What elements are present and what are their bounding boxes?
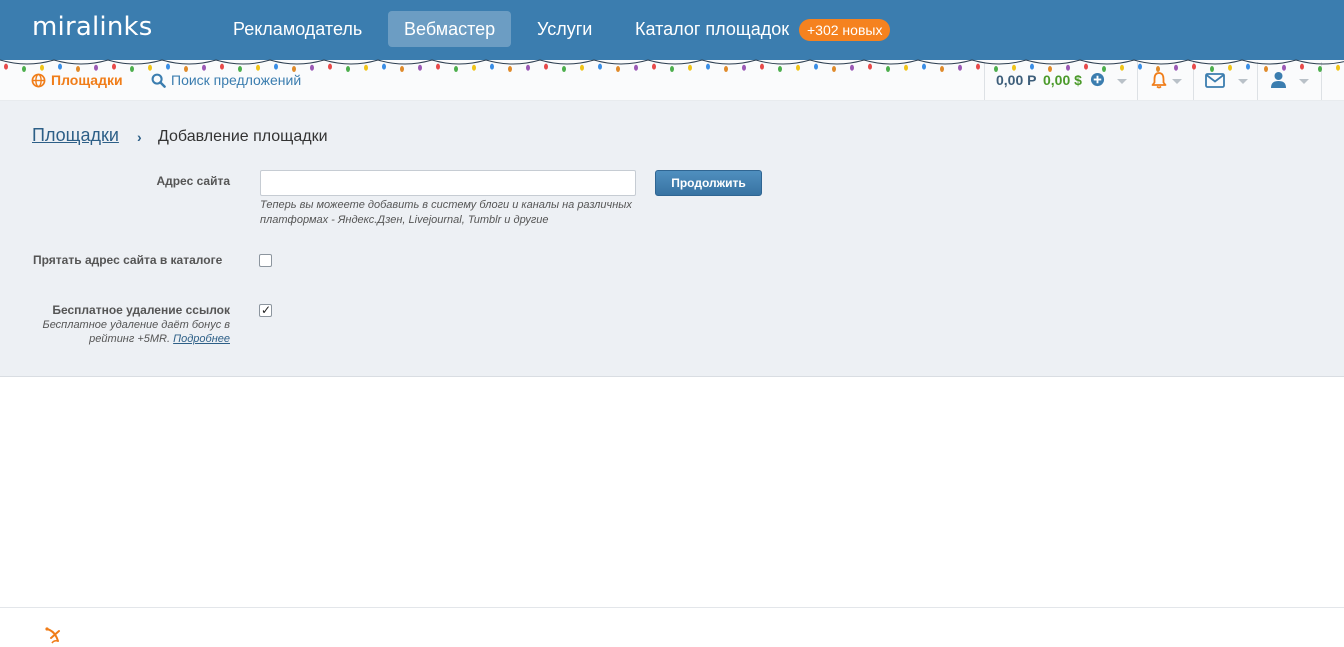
continue-button[interactable]: Продолжить xyxy=(655,170,762,196)
sites-link[interactable]: Площадки xyxy=(31,72,123,88)
checkmark-icon: ✓ xyxy=(261,303,272,317)
sites-link-label: Площадки xyxy=(51,72,123,88)
nav-catalog[interactable]: Каталог площадок xyxy=(619,11,805,47)
divider xyxy=(1137,62,1138,100)
notifications-dropdown-icon[interactable] xyxy=(1172,79,1182,84)
search-offers-label: Поиск предложений xyxy=(171,72,302,88)
globe-icon xyxy=(31,73,46,87)
user-icon[interactable] xyxy=(1270,71,1287,89)
hide-address-label: Прятать адрес сайта в каталоге xyxy=(33,253,223,267)
footer-divider xyxy=(0,607,1344,608)
hide-address-checkbox[interactable] xyxy=(259,254,272,267)
profile-dropdown-icon[interactable] xyxy=(1299,79,1309,84)
free-removal-description: Бесплатное удаление даёт бонус в рейтинг… xyxy=(30,318,230,346)
site-address-input[interactable] xyxy=(260,170,636,196)
top-header: miralinks Рекламодатель Вебмастер Услуги… xyxy=(0,0,1344,60)
balance-usd[interactable]: 0,00 $ xyxy=(1043,72,1082,88)
free-removal-label: Бесплатное удаление ссылок xyxy=(52,303,230,317)
free-removal-more-link[interactable]: Подробнее xyxy=(173,333,230,345)
breadcrumb-sites[interactable]: Площадки xyxy=(32,125,119,146)
main-content: Площадки › Добавление площадки Адрес сай… xyxy=(0,101,1344,377)
satellite-icon xyxy=(45,627,60,644)
site-address-label: Адрес сайта xyxy=(156,174,230,188)
bell-icon[interactable] xyxy=(1150,71,1168,89)
sub-toolbar: Площадки Поиск предложений 0,00 Р 0,00 $ xyxy=(0,60,1344,101)
new-sites-badge[interactable]: +302 новых xyxy=(799,19,891,41)
balance-rub[interactable]: 0,00 Р xyxy=(996,72,1036,88)
breadcrumb-current: Добавление площадки xyxy=(158,128,328,145)
search-offers-link[interactable]: Поиск предложений xyxy=(151,72,301,88)
divider xyxy=(984,62,985,100)
breadcrumb-separator: › xyxy=(137,129,142,145)
messages-dropdown-icon[interactable] xyxy=(1238,79,1248,84)
site-address-hint: Теперь вы можеете добавить в систему бло… xyxy=(260,199,632,226)
divider xyxy=(1321,62,1322,100)
plus-circle-icon[interactable] xyxy=(1090,72,1105,87)
search-icon xyxy=(151,73,166,88)
nav-webmaster[interactable]: Вебмастер xyxy=(388,11,511,47)
balance-dropdown-icon[interactable] xyxy=(1117,79,1127,84)
envelope-icon[interactable] xyxy=(1205,73,1225,88)
divider xyxy=(1193,62,1194,100)
free-removal-checkbox[interactable]: ✓ xyxy=(259,303,272,317)
nav-services[interactable]: Услуги xyxy=(521,11,608,47)
nav-advertiser[interactable]: Рекламодатель xyxy=(217,11,378,47)
divider xyxy=(1257,62,1258,100)
logo[interactable]: miralinks xyxy=(32,12,153,42)
